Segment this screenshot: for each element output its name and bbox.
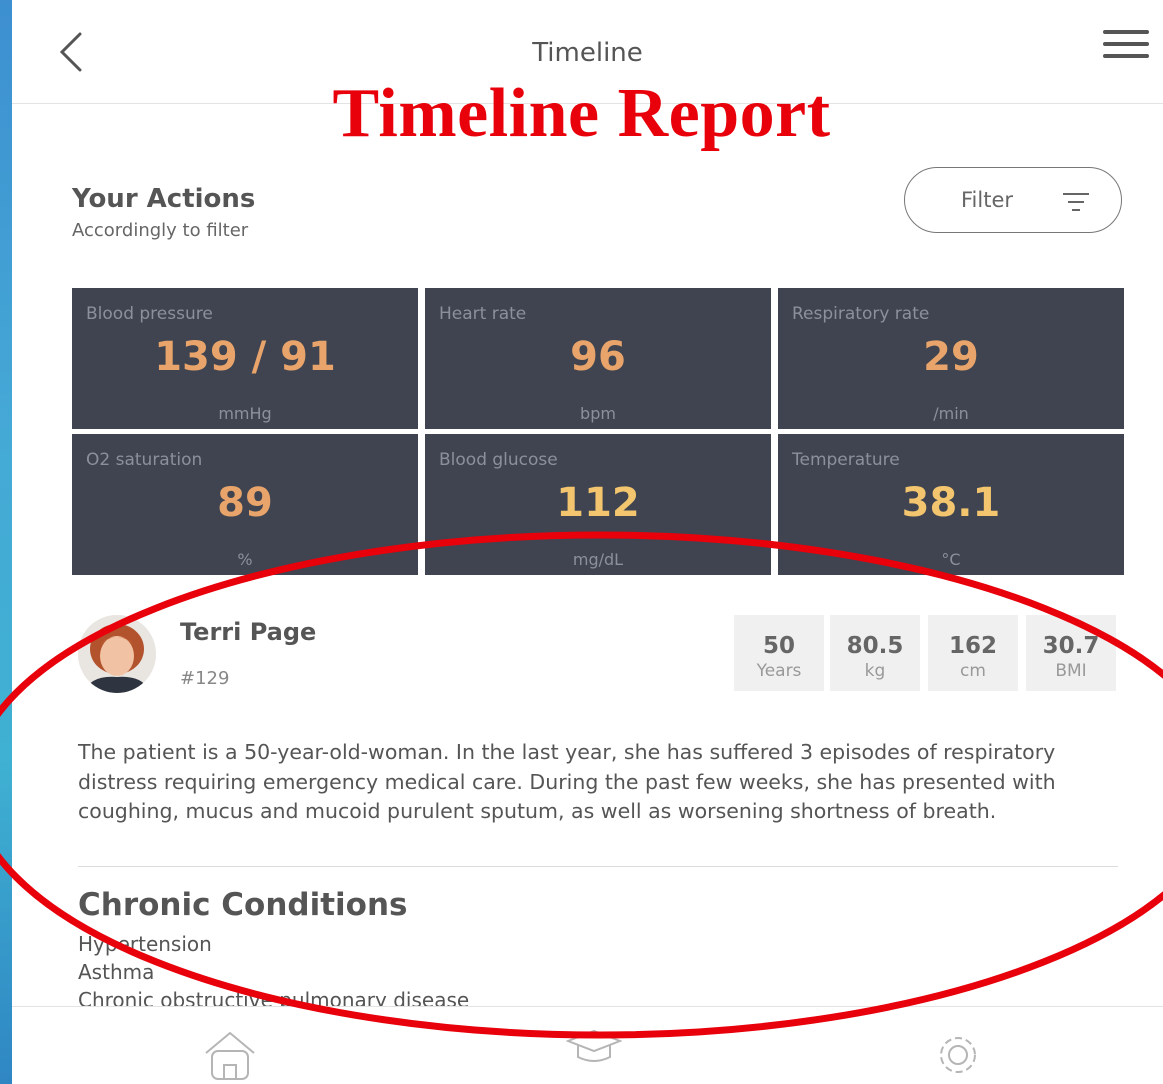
vital-tile-blood-pressure[interactable]: Blood pressure 139 / 91 mmHg <box>72 288 418 429</box>
section-divider <box>78 866 1118 867</box>
menu-button[interactable] <box>1103 30 1151 66</box>
actions-heading: Your Actions <box>72 184 256 214</box>
filter-icon <box>1063 193 1089 211</box>
vital-value: 38.1 <box>901 480 1001 526</box>
vital-tile-blood-glucose[interactable]: Blood glucose 112 mg/dL <box>425 434 771 575</box>
patient-id: #129 <box>180 668 230 689</box>
hamburger-menu-icon <box>1103 54 1149 58</box>
hamburger-menu-icon <box>1103 42 1149 46</box>
vital-label: Blood glucose <box>439 450 558 470</box>
stat-bmi: 30.7 BMI <box>1026 615 1116 691</box>
vital-tile-respiratory-rate[interactable]: Respiratory rate 29 /min <box>778 288 1124 429</box>
graduation-cap-icon[interactable] <box>566 1029 622 1081</box>
vital-tile-temperature[interactable]: Temperature 38.1 °C <box>778 434 1124 575</box>
vital-label: Blood pressure <box>86 304 213 324</box>
stat-age: 50 Years <box>734 615 824 691</box>
settings-gear-icon[interactable] <box>930 1029 986 1081</box>
stat-unit: BMI <box>1055 661 1087 681</box>
home-icon[interactable] <box>202 1029 258 1081</box>
stat-value: 80.5 <box>846 633 904 659</box>
vital-value: 96 <box>570 334 626 380</box>
left-edge-strip <box>0 0 12 1084</box>
patient-avatar[interactable] <box>78 615 156 693</box>
chronic-conditions-heading: Chronic Conditions <box>78 887 408 923</box>
stat-unit: kg <box>864 661 886 681</box>
filter-label: Filter <box>961 188 1014 212</box>
hamburger-menu-icon <box>1103 30 1149 34</box>
stat-height: 162 cm <box>928 615 1018 691</box>
annotation-title: Timeline Report <box>332 75 831 152</box>
vital-value: 29 <box>923 334 979 380</box>
vital-unit: °C <box>941 550 961 569</box>
page-title: Timeline <box>532 38 643 68</box>
vital-value: 89 <box>217 480 273 526</box>
vital-unit: % <box>237 550 253 569</box>
condition-item: Asthma <box>78 960 155 984</box>
vital-unit: bpm <box>580 404 616 423</box>
vital-unit: /min <box>933 404 969 423</box>
actions-subheading: Accordingly to filter <box>72 220 249 241</box>
vital-tile-o2-saturation[interactable]: O2 saturation 89 % <box>72 434 418 575</box>
vital-label: Temperature <box>792 450 900 470</box>
bottom-tab-bar <box>12 1006 1163 1084</box>
stat-value: 30.7 <box>1042 633 1100 659</box>
avatar-image <box>78 615 156 693</box>
stat-weight: 80.5 kg <box>830 615 920 691</box>
vital-value: 139 / 91 <box>154 334 336 380</box>
filter-button[interactable]: Filter <box>904 167 1122 233</box>
patient-name: Terri Page <box>180 618 317 646</box>
patient-description: The patient is a 50-year-old-woman. In t… <box>78 740 1056 823</box>
vital-label: Respiratory rate <box>792 304 930 324</box>
vital-value: 112 <box>556 480 640 526</box>
vital-label: Heart rate <box>439 304 527 324</box>
stat-value: 50 <box>762 633 795 659</box>
chronic-conditions-list: Hypertension Asthma Chronic obstructive … <box>78 930 469 1014</box>
vital-label: O2 saturation <box>86 450 203 470</box>
vital-unit: mmHg <box>218 404 272 423</box>
condition-item: Hypertension <box>78 932 212 956</box>
stat-value: 162 <box>948 633 997 659</box>
vitals-grid: Blood pressure 139 / 91 mmHg Heart rate … <box>72 288 1124 575</box>
stat-unit: cm <box>960 661 986 681</box>
stat-unit: Years <box>756 661 802 681</box>
vital-unit: mg/dL <box>572 550 624 569</box>
vital-tile-heart-rate[interactable]: Heart rate 96 bpm <box>425 288 771 429</box>
